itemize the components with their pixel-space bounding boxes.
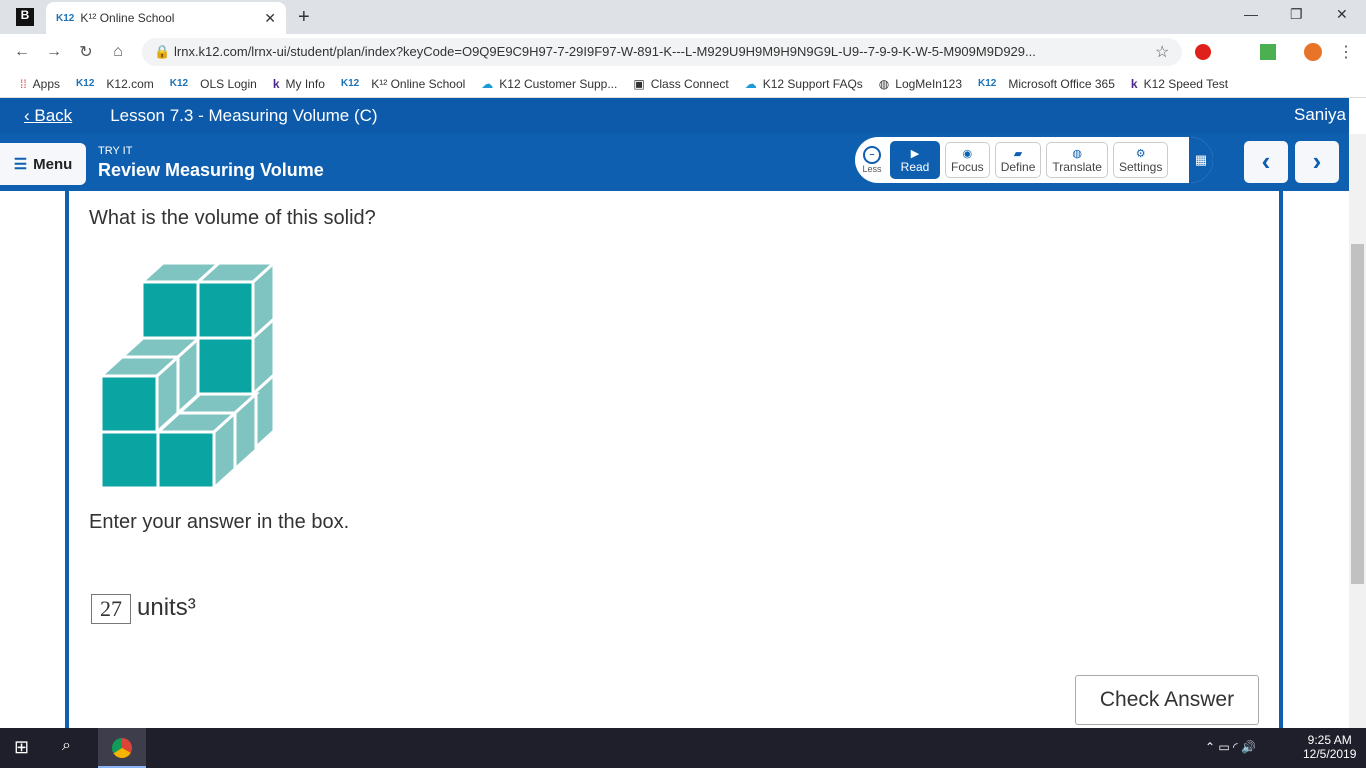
- question-prompt: What is the volume of this solid?: [89, 207, 376, 229]
- reload-icon[interactable]: ↻: [70, 42, 102, 62]
- book-icon: ▰: [1013, 147, 1023, 160]
- reading-toolbar: – Less ▶ Read ◉ Focus ▰ Define ◍ Translate ⚙ S…: [855, 137, 1213, 183]
- cloud-icon: ☁: [481, 76, 494, 91]
- tab-title: K¹² Online School: [80, 11, 175, 25]
- instruction-text: Enter your answer in the box.: [89, 511, 350, 533]
- bookmark[interactable]: ◍ LogMeIn123: [879, 77, 962, 91]
- system-tray-icons[interactable]: ⌃ ▭ ◜ 🔊: [1205, 740, 1256, 754]
- lesson-title: Lesson 7.3 - Measuring Volume (C): [110, 105, 378, 125]
- new-tab-button[interactable]: +: [298, 6, 310, 29]
- less-button[interactable]: – Less: [859, 146, 885, 174]
- k12-icon: K12: [76, 78, 95, 89]
- bookmark[interactable]: K12 K¹² Online School: [341, 77, 465, 91]
- page-scrollbar[interactable]: [1349, 134, 1366, 728]
- unit-label: units³: [137, 594, 196, 621]
- k12-favicon: K12: [56, 12, 75, 24]
- check-answer-button[interactable]: Check Answer: [1075, 675, 1259, 725]
- k12-icon: k: [272, 76, 280, 91]
- eye-icon: ◉: [962, 147, 973, 160]
- translate-button[interactable]: ◍ Translate: [1046, 142, 1108, 178]
- menu-icon: ☰: [13, 156, 28, 173]
- app-icon: B: [16, 8, 34, 26]
- close-window-button[interactable]: ✕: [1336, 6, 1348, 23]
- bookmark[interactable]: K12 OLS Login: [170, 77, 257, 91]
- previous-button[interactable]: ‹: [1244, 141, 1288, 183]
- read-button[interactable]: ▶ Read: [890, 141, 940, 179]
- bookmark[interactable]: ⁞⁞ Apps: [20, 77, 60, 91]
- question-panel: What is the volume of this solid? Enter …: [65, 191, 1283, 728]
- k12-icon: K12: [978, 78, 997, 89]
- gear-icon: ⚙: [1135, 147, 1146, 160]
- windows-start-icon[interactable]: ⊞: [14, 737, 29, 758]
- lesson-app: ‹ Back Lesson 7.3 - Measuring Volume (C)…: [0, 98, 1349, 728]
- activity-header: ☰ Menu TRY IT Review Measuring Volume – Le…: [0, 133, 1349, 191]
- bookmarks-bar: ⁞⁞ Apps K12 K12.com K12 OLS Login k My Info …: [0, 70, 1366, 98]
- bookmark[interactable]: ▣ Class Connect: [633, 77, 728, 91]
- url-input[interactable]: 🔒 lrnx.k12.com/lrnx-ui/student/plan/index…: [142, 38, 1182, 66]
- star-icon[interactable]: ☆: [1155, 42, 1169, 62]
- k12-icon: K12: [169, 78, 189, 89]
- cloud-icon: ☁: [744, 76, 757, 91]
- bookmark[interactable]: ☁ K12 Support FAQs: [745, 77, 863, 91]
- settings-button[interactable]: ⚙ Settings: [1112, 142, 1169, 178]
- close-tab-icon[interactable]: ✕: [264, 10, 276, 27]
- minimize-button[interactable]: —: [1244, 6, 1258, 22]
- tab-bar: B K12 K¹² Online School ✕ + — ❐ ✕: [0, 0, 1366, 34]
- lock-icon: 🔒: [154, 44, 171, 59]
- k12-icon: K12: [340, 78, 360, 89]
- chrome-taskbar-button[interactable]: [98, 728, 146, 768]
- globe-icon: ◍: [878, 76, 890, 91]
- k12-icon: k: [1130, 76, 1138, 91]
- extension-icon[interactable]: [1195, 44, 1211, 60]
- bookmark[interactable]: K12 Microsoft Office 365: [978, 77, 1115, 91]
- search-icon[interactable]: ⌕: [62, 737, 71, 755]
- profile-avatar[interactable]: [1304, 43, 1322, 61]
- bookmark[interactable]: k K12 Speed Test: [1131, 77, 1228, 91]
- answer-input[interactable]: 27: [91, 594, 131, 624]
- video-icon: ▣: [633, 76, 645, 91]
- url-text: lrnx.k12.com/lrnx-ui/student/plan/index?…: [174, 44, 1036, 59]
- globe-icon: ◍: [1072, 147, 1082, 160]
- more-icon[interactable]: ⋮: [1338, 42, 1354, 62]
- back-arrow-icon[interactable]: ←: [6, 43, 38, 61]
- play-icon: ▶: [910, 147, 920, 160]
- define-button[interactable]: ▰ Define: [994, 142, 1042, 178]
- activity-title: Review Measuring Volume: [98, 160, 324, 180]
- home-icon[interactable]: ⌂: [102, 43, 134, 61]
- browser-tab[interactable]: K12 K¹² Online School ✕: [46, 2, 286, 34]
- menu-button[interactable]: ☰ Menu: [0, 143, 86, 185]
- lesson-header: ‹ Back Lesson 7.3 - Measuring Volume (C)…: [0, 98, 1349, 133]
- chrome-icon: [112, 738, 132, 758]
- clock[interactable]: 9:25 AM 12/5/2019: [1303, 733, 1356, 761]
- address-bar-row: ← → ↻ ⌂ 🔒 lrnx.k12.com/lrnx-ui/student/pl…: [0, 34, 1366, 70]
- cube-solid-figure: [97, 259, 277, 489]
- next-button[interactable]: ›: [1295, 141, 1339, 183]
- windows-taskbar: ⊞ ⌕ ⌃ ▭ ◜ 🔊 9:25 AM 12/5/2019: [0, 728, 1366, 768]
- extension-icon[interactable]: [1260, 44, 1276, 60]
- apps-grid-icon: ⁞⁞: [20, 76, 27, 91]
- back-link[interactable]: ‹ Back: [24, 106, 72, 126]
- forward-arrow-icon[interactable]: →: [38, 43, 70, 61]
- activity-kicker: TRY IT: [98, 145, 133, 157]
- bookmark[interactable]: k My Info: [273, 77, 325, 91]
- bookmark[interactable]: ☁ K12 Customer Supp...: [481, 77, 617, 91]
- bookmark[interactable]: K12 K12.com: [76, 77, 154, 91]
- restore-button[interactable]: ❐: [1290, 6, 1303, 23]
- focus-button[interactable]: ◉ Focus: [945, 142, 990, 178]
- tools-grid-icon[interactable]: ▦: [1189, 137, 1213, 183]
- scrollbar-thumb[interactable]: [1351, 244, 1364, 584]
- minus-icon: –: [863, 146, 881, 164]
- user-name[interactable]: Saniya: [1294, 105, 1346, 125]
